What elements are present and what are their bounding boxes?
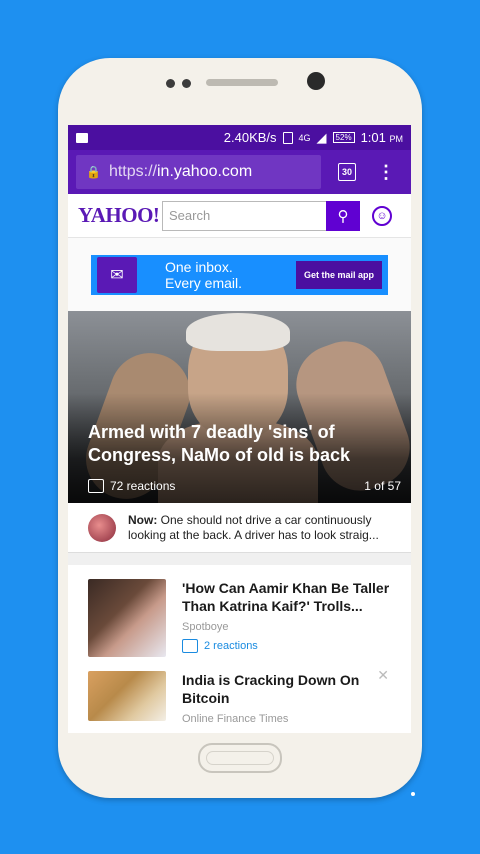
list-item[interactable]: 'How Can Aamir Khan Be Taller Than Katri…: [68, 565, 411, 657]
clock-ampm: PM: [389, 134, 404, 144]
url-scheme: https://: [108, 163, 157, 180]
network-speed: 2.40KB/s: [223, 130, 277, 145]
story-thumbnail[interactable]: [88, 671, 166, 721]
comment-icon: [88, 479, 104, 493]
ad-container: ✉ One inbox. Every email. Get the mail a…: [68, 238, 411, 311]
sensor-dot: [166, 79, 175, 88]
indicator-dot: [411, 792, 415, 796]
hero-image-hair: [186, 313, 290, 351]
list-item[interactable]: India is Cracking Down On Bitcoin Online…: [68, 657, 411, 725]
earpiece-speaker: [206, 79, 278, 86]
clock-time: 1:01: [360, 130, 386, 145]
battery-icon: 52%: [332, 132, 355, 143]
hero-meta: 72 reactions 1 of 57: [88, 479, 401, 493]
now-body: One should not drive a car continuously …: [128, 512, 379, 542]
search-button[interactable]: ⚲: [326, 200, 360, 231]
now-ticker[interactable]: Now: One should not drive a car continuo…: [68, 503, 411, 553]
get-mail-app-button[interactable]: Get the mail app: [295, 260, 382, 289]
overflow-menu-icon[interactable]: ⋮: [377, 163, 395, 181]
now-text: Now: One should not drive a car continuo…: [128, 513, 401, 543]
lock-icon: 🔒: [86, 165, 101, 179]
browser-toolbar: 🔒 https://in.yahoo.com 30 ⋮: [68, 150, 411, 194]
story-body: 'How Can Aamir Khan Be Taller Than Katri…: [182, 579, 391, 657]
phone-screen: 2.40KB/s 4G ◢ 52% 1:01 PM 🔒 https://in.y…: [68, 125, 411, 733]
tab-switcher-button[interactable]: 30: [338, 163, 356, 181]
comment-icon: [182, 639, 198, 653]
ad-line1: One inbox.: [165, 258, 233, 275]
url-host: in.yahoo.com: [156, 163, 253, 180]
story-body: India is Cracking Down On Bitcoin Online…: [182, 671, 391, 725]
url-text: https://in.yahoo.com: [109, 163, 252, 181]
yahoo-logo[interactable]: YAHOO!: [78, 203, 162, 228]
story-thumbnail[interactable]: [88, 579, 166, 657]
phone-top-bezel: [58, 58, 422, 126]
story-title[interactable]: India is Cracking Down On Bitcoin: [182, 671, 391, 707]
status-bar: 2.40KB/s 4G ◢ 52% 1:01 PM: [68, 125, 411, 150]
avatar: [88, 513, 116, 542]
ad-text: One inbox. Every email.: [165, 259, 242, 291]
search-input[interactable]: Search: [162, 200, 326, 231]
home-button-inner: [206, 751, 274, 765]
search-icon: ⚲: [337, 207, 349, 225]
hero-title[interactable]: Armed with 7 deadly 'sins' of Congress, …: [88, 421, 368, 467]
story-source: Online Finance Times: [182, 713, 289, 725]
url-field[interactable]: 🔒 https://in.yahoo.com: [76, 155, 321, 189]
mail-icon: ✉: [97, 256, 137, 293]
clock: 1:01 PM: [361, 130, 403, 145]
home-button[interactable]: [198, 743, 282, 773]
hero-slide-count: 1 of 57: [364, 479, 401, 493]
ad-line2: Every email.: [165, 274, 243, 291]
story-reactions-label: 2 reactions: [204, 640, 258, 652]
close-icon[interactable]: ✕: [377, 667, 389, 684]
gallery-notification-icon: [76, 132, 88, 143]
mail-app-ad[interactable]: ✉ One inbox. Every email. Get the mail a…: [91, 254, 388, 295]
phone-icon: [282, 131, 293, 144]
status-right: 2.40KB/s 4G ◢ 52% 1:01 PM: [224, 130, 403, 146]
front-camera: [307, 72, 325, 90]
signal-icon: ◢: [316, 129, 327, 145]
hero-story[interactable]: Armed with 7 deadly 'sins' of Congress, …: [68, 311, 411, 503]
story-reactions[interactable]: 2 reactions: [182, 639, 391, 653]
now-label: Now:: [128, 512, 158, 527]
story-title[interactable]: 'How Can Aamir Khan Be Taller Than Katri…: [182, 579, 391, 615]
network-type: 4G: [298, 132, 311, 143]
hero-reactions[interactable]: 72 reactions: [110, 479, 175, 493]
sensor-dot: [182, 79, 191, 88]
profile-icon[interactable]: ☺: [372, 205, 392, 226]
section-divider: [68, 553, 411, 565]
story-source: Spotboye: [182, 621, 229, 633]
yahoo-header: YAHOO! Search ⚲ ☺: [68, 194, 411, 238]
